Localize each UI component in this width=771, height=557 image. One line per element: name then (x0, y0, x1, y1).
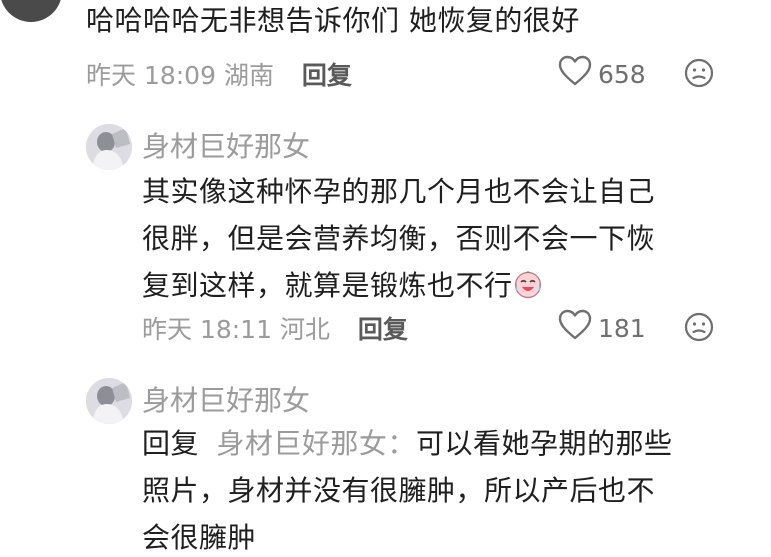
reply-username[interactable]: 身材巨好那女 (142, 379, 310, 419)
reply-text-line: 会很臃肿 (142, 521, 257, 554)
reply-text-line: 回复 身材巨好那女：可以看她孕期的那些 (142, 427, 673, 460)
reply-meta: 昨天 18:11 河北 回复 (142, 310, 408, 346)
like-button[interactable]: 658 (558, 55, 646, 93)
avatar-top[interactable] (0, 0, 62, 22)
reply-text-line: 照片，身材并没有很臃肿，所以产后也不 (142, 474, 656, 507)
reply-text-line: 很胖，但是会营养均衡，否则不会一下恢 (142, 222, 656, 255)
reply-username[interactable]: 身材巨好那女 (142, 125, 310, 165)
like-count: 181 (598, 313, 646, 343)
reply-text-line: 其实像这种怀孕的那几个月也不会让自己 (142, 175, 656, 208)
like-button[interactable]: 181 (558, 309, 646, 347)
reply-time: 昨天 18:11 (142, 315, 272, 344)
comment-text: 哈哈哈哈无非想告诉你们 她恢复的很好 (86, 4, 580, 37)
reply-text: 回复 身材巨好那女：可以看她孕期的那些 照片，身材并没有很臃肿，所以产后也不 会… (142, 425, 672, 557)
dislike-button[interactable] (684, 58, 714, 92)
reply-text: 其实像这种怀孕的那几个月也不会让自己 很胖，但是会营养均衡，否则不会一下恢 复到… (142, 173, 655, 305)
avatar[interactable] (86, 124, 132, 170)
reply-prefix: 回复 (142, 427, 200, 460)
crying-laughing-emoji (513, 269, 543, 299)
comment-location: 湖南 (223, 61, 274, 90)
like-count: 658 (598, 59, 646, 89)
comment-meta: 昨天 18:09 湖南 回复 (86, 56, 352, 92)
avatar[interactable] (86, 378, 132, 424)
frown-face-icon (684, 312, 714, 346)
comment-time: 昨天 18:09 (86, 61, 216, 90)
reply-text-line: 复到这样，就算是锻炼也不行 (142, 267, 655, 305)
frown-face-icon (684, 58, 714, 92)
heart-outline-icon (558, 55, 592, 93)
dislike-button[interactable] (684, 312, 714, 346)
reply-location: 河北 (279, 315, 330, 344)
reply-button[interactable]: 回复 (302, 61, 352, 90)
heart-outline-icon (558, 309, 592, 347)
reply-target-username[interactable]: 身材巨好那女： (216, 427, 416, 460)
reply-button[interactable]: 回复 (358, 315, 408, 344)
